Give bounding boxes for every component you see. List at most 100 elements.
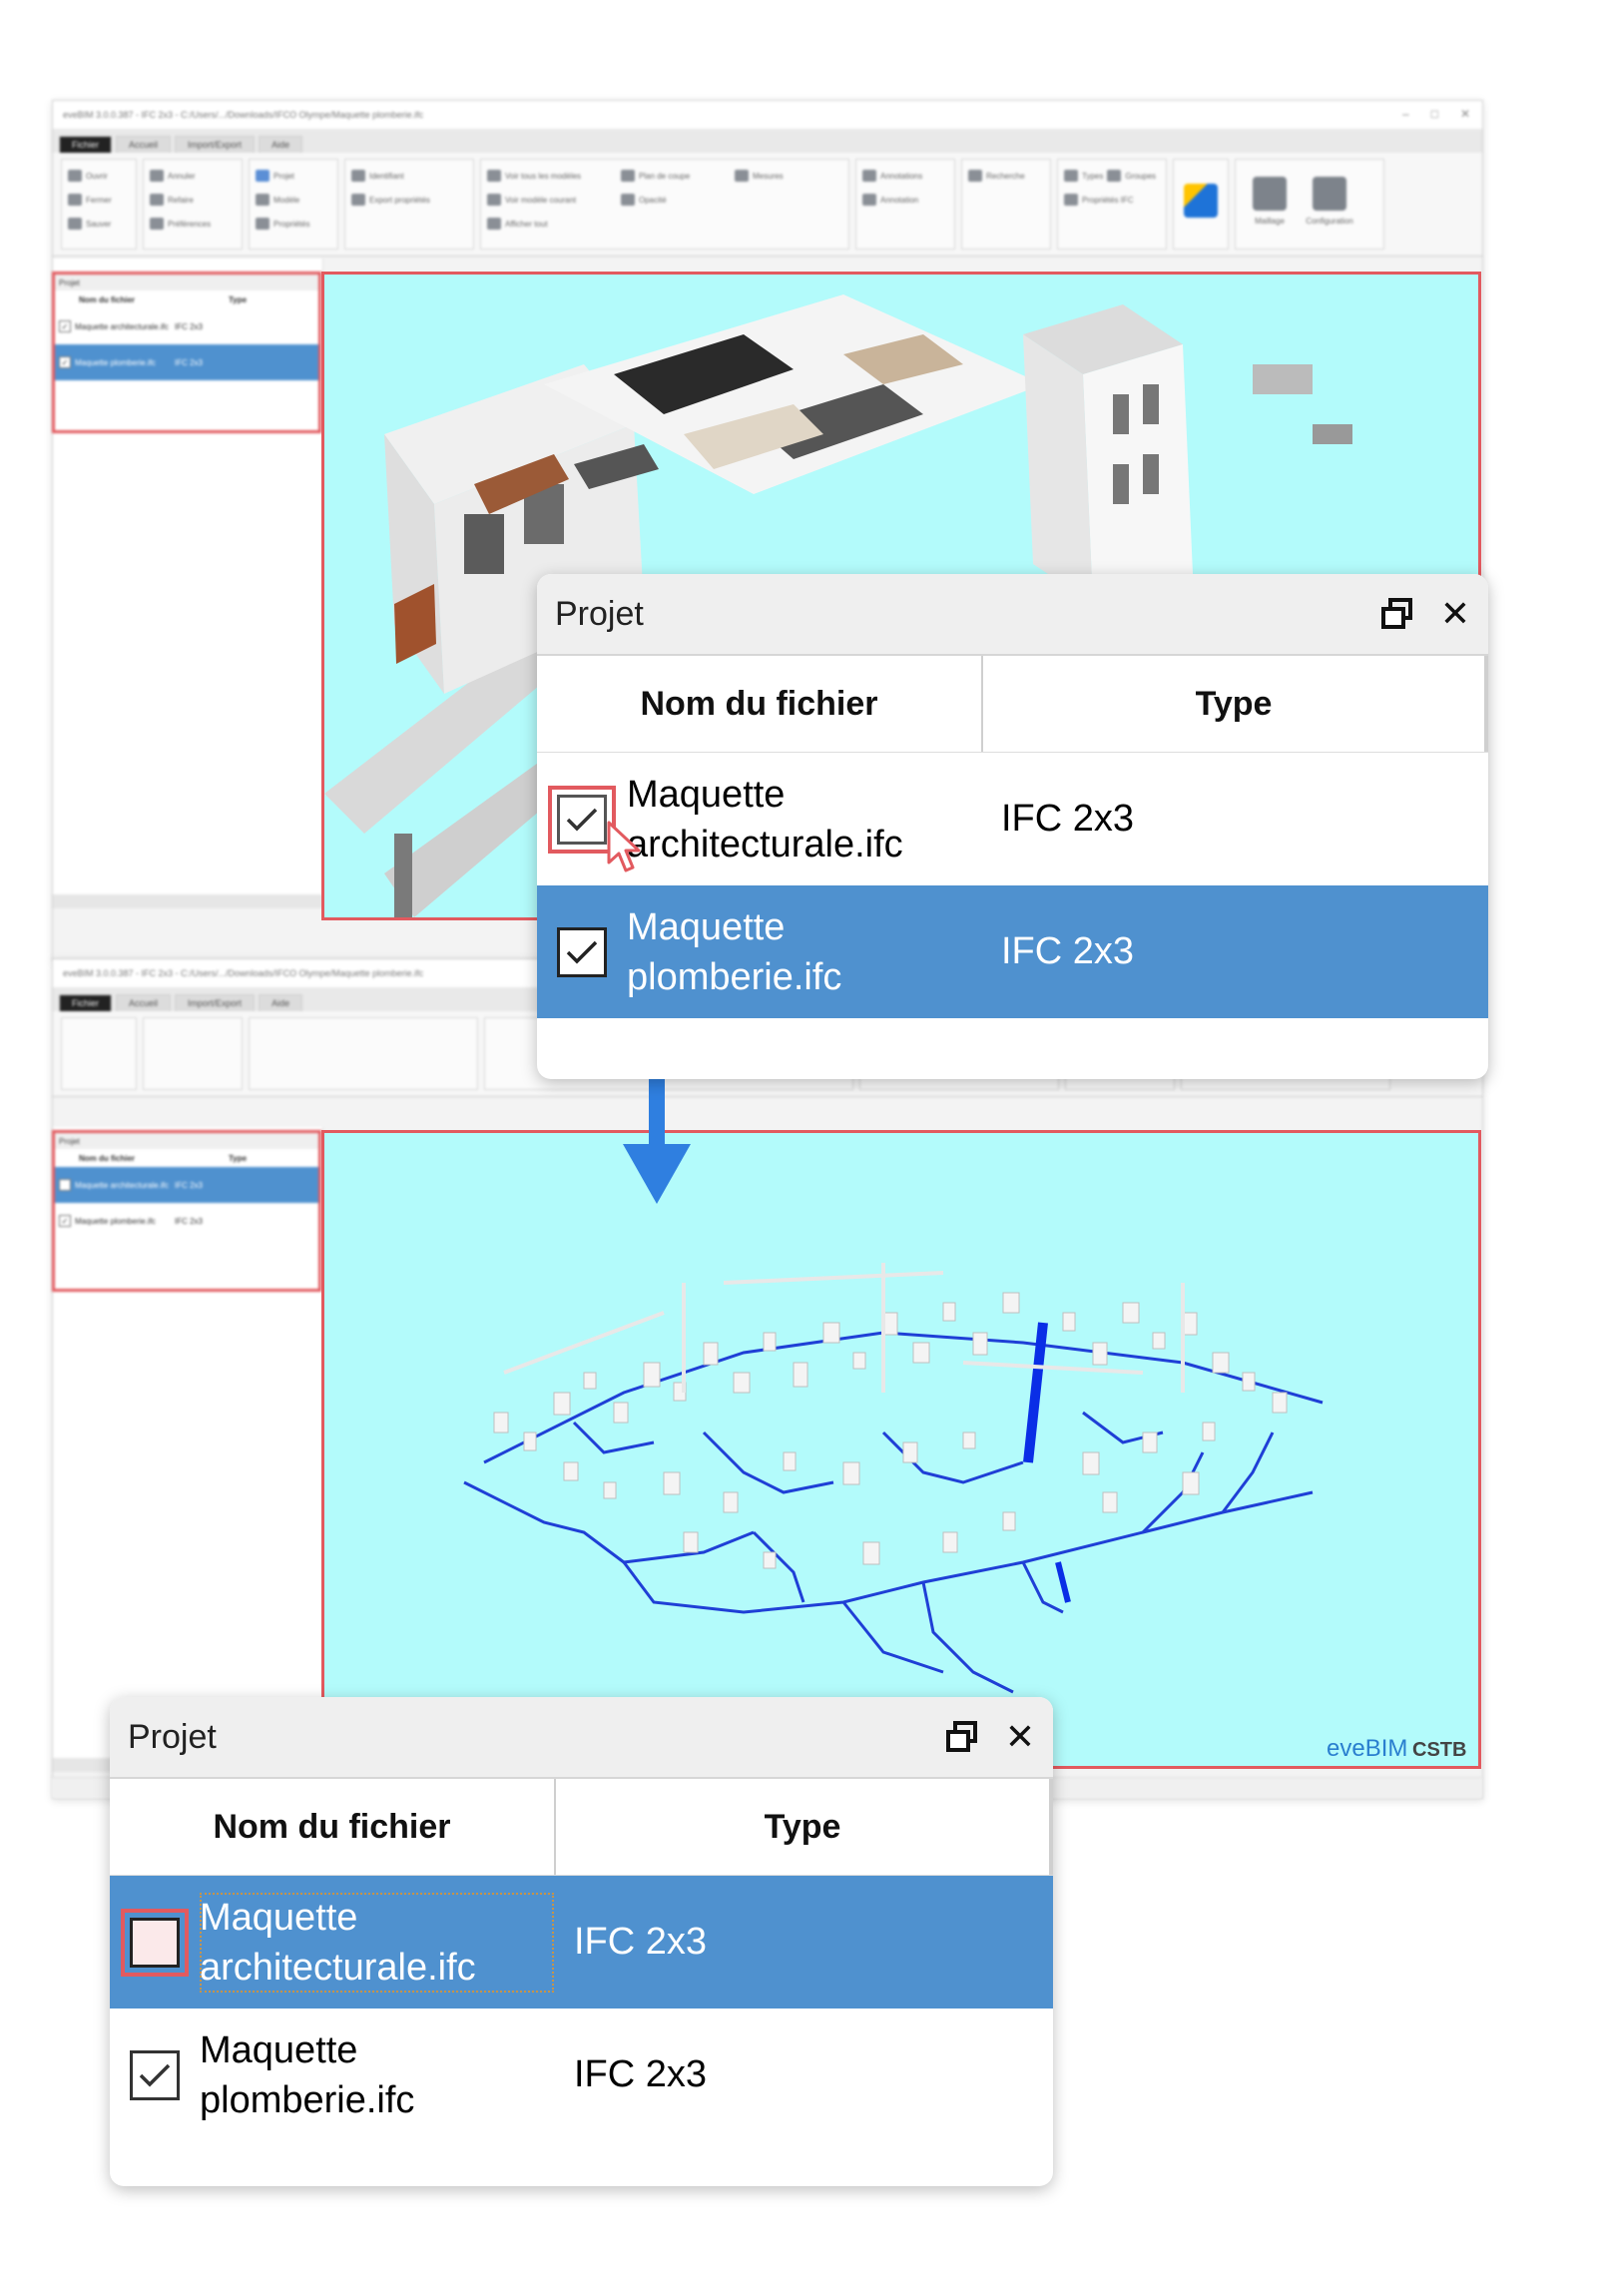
ribbon-save-button[interactable]: Sauver	[68, 214, 111, 234]
projet-panel-callout-bottom: Projet ✕ Nom du fichier Type Maquette ar…	[110, 1697, 1053, 2186]
ribbon-voir-tous-button[interactable]: Voir tous les modèles	[487, 166, 617, 186]
ribbon-close-button[interactable]: Fermer	[68, 190, 112, 210]
window-restore-icon[interactable]	[945, 1720, 979, 1754]
close-icon[interactable]: ✕	[1440, 596, 1470, 632]
ribbon-configuration-button[interactable]: Configuration	[1302, 166, 1357, 236]
ribbon-annotations-button[interactable]: Annotations	[862, 166, 922, 186]
projet-columns-header: Nom du fichier Type	[537, 656, 1488, 753]
menu-tab-fichier-b[interactable]: Fichier	[59, 994, 113, 1011]
mini-projet-title-b: Projet	[55, 1133, 318, 1149]
viewport-3d-bottom[interactable]: eveBIM CSTB	[321, 1130, 1481, 1769]
ribbon-group-verification: Annotations Annotation	[855, 159, 955, 250]
mini-row-architecturale-b[interactable]: Maquette architecturale.ifc IFC 2x3	[55, 1167, 318, 1203]
ribbon-group-bcf	[1173, 159, 1229, 250]
ribbon-mesures-button[interactable]: Mesures	[735, 166, 834, 186]
row-checkbox-architecturale[interactable]	[548, 785, 616, 854]
file-row-plomberie-b[interactable]: Maquette plomberie.ifc IFC 2x3	[110, 2009, 1053, 2141]
file-row-architecturale[interactable]: Maquette architecturale.ifc IFC 2x3	[537, 753, 1488, 885]
menu-bar: Fichier Accueil Import/Export Aide	[53, 129, 1482, 153]
mini-row-name: Maquette plomberie.ifc	[75, 357, 156, 367]
ribbon-open-button[interactable]: Ouvrir	[68, 166, 108, 186]
ribbon-modele-button[interactable]: Modèle	[256, 190, 299, 210]
mini-row-name: Maquette architecturale.ifc	[75, 1180, 169, 1190]
brand-org: CSTB	[1412, 1739, 1466, 1761]
file-row-plomberie[interactable]: Maquette plomberie.ifc IFC 2x3	[537, 885, 1488, 1018]
projet-panel-title: Projet	[555, 594, 644, 633]
mini-checkbox[interactable]	[59, 1179, 71, 1191]
window-title: eveBIM 3.0.0.387 - IFC 2x3 - C:/Users/..…	[63, 110, 424, 120]
mini-row-type: IFC 2x3	[175, 1216, 204, 1226]
mini-checkbox[interactable]: ✓	[59, 356, 71, 368]
menu-tab-import-export[interactable]: Import/Export	[175, 136, 256, 153]
menu-tab-import-export-b[interactable]: Import/Export	[175, 994, 256, 1011]
ribbon-proprietes-button[interactable]: Propriétés	[256, 214, 309, 234]
ribbon-group-fichier-b	[61, 1017, 137, 1090]
mini-row-name: Maquette architecturale.ifc	[75, 321, 169, 331]
mini-row-type: IFC 2x3	[175, 357, 204, 367]
row-checkbox-architecturale-b[interactable]	[121, 1908, 189, 1977]
column-header-type[interactable]: Type	[983, 656, 1488, 752]
mini-checkbox[interactable]: ✓	[59, 1215, 71, 1227]
ribbon-projet-button[interactable]: Projet	[256, 166, 294, 186]
menu-tab-fichier[interactable]: Fichier	[59, 136, 113, 153]
column-header-type-b[interactable]: Type	[556, 1779, 1053, 1875]
ribbon-group-profiles-b	[249, 1017, 478, 1090]
file-type-architecturale: IFC 2x3	[1001, 798, 1135, 840]
ribbon-redo-button[interactable]: Refaire	[150, 190, 194, 210]
ribbon-undo-button[interactable]: Annuler	[150, 166, 196, 186]
ribbon-group-selection: Recherche	[961, 159, 1051, 250]
horizontal-scrollbar[interactable]	[53, 894, 322, 908]
row-checkbox-plomberie[interactable]	[557, 926, 607, 977]
ribbon-preferences-button[interactable]: Préférences	[150, 214, 211, 234]
down-arrow-icon	[623, 1068, 691, 1204]
mini-col-name-b: Nom du fichier	[79, 1153, 136, 1163]
mini-checkbox[interactable]: ✓	[59, 320, 71, 332]
ribbon-group-edition: Annuler Refaire Préférences	[143, 159, 243, 250]
ribbon-groupes-button[interactable]: Groupes	[1107, 166, 1156, 186]
ribbon-group-fichier: Ouvrir Fermer Sauver	[61, 159, 137, 250]
file-type-plomberie-b: IFC 2x3	[574, 2053, 708, 2095]
file-row-architecturale-b[interactable]: Maquette architecturale.ifc IFC 2x3	[110, 1876, 1053, 2009]
mini-projet-columns: Nom du fichier Type	[55, 290, 318, 308]
bcf-icon[interactable]	[1180, 166, 1222, 236]
mini-projet-columns-b: Nom du fichier Type	[55, 1149, 318, 1167]
ribbon-recherche-button[interactable]: Recherche	[968, 166, 1025, 186]
column-header-name[interactable]: Nom du fichier	[537, 656, 983, 752]
ribbon-opacite-button[interactable]: Opacité	[621, 190, 731, 210]
mini-row-name: Maquette plomberie.ifc	[75, 1216, 156, 1226]
ribbon-plan-coupe-button[interactable]: Plan de coupe	[621, 166, 731, 186]
menu-tab-aide[interactable]: Aide	[259, 136, 303, 153]
window-title-bottom: eveBIM 3.0.0.387 - IFC 2x3 - C:/Users/..…	[63, 968, 424, 978]
mini-projet-panel-top: Projet Nom du fichier Type ✓ Maquette ar…	[52, 272, 321, 433]
row-checkbox-plomberie-b[interactable]	[130, 2049, 180, 2100]
menu-tab-accueil[interactable]: Accueil	[116, 136, 172, 153]
mini-projet-title: Projet	[55, 275, 318, 290]
window-controls[interactable]: – □ ✕	[1402, 107, 1470, 121]
ribbon-group-vue3d: Voir tous les modèles Plan de coupe Mesu…	[480, 159, 849, 250]
mini-row-plomberie-b[interactable]: ✓ Maquette plomberie.ifc IFC 2x3	[55, 1203, 318, 1239]
brand-product: eveBIM	[1327, 1735, 1407, 1762]
close-icon[interactable]: ✕	[1005, 1719, 1035, 1755]
column-header-name-b[interactable]: Nom du fichier	[110, 1779, 556, 1875]
plumbing-model-render: eveBIM CSTB	[463, 1263, 1466, 1762]
mini-col-type-b: Type	[229, 1153, 248, 1163]
mini-row-plomberie[interactable]: ✓ Maquette plomberie.ifc IFC 2x3	[55, 344, 318, 380]
mini-col-name: Nom du fichier	[79, 294, 136, 304]
ribbon-proprietes-ifc-button[interactable]: Propriétés IFC	[1064, 190, 1134, 210]
ribbon-types-button[interactable]: Types	[1064, 166, 1103, 186]
mini-row-architecturale[interactable]: ✓ Maquette architecturale.ifc IFC 2x3	[55, 308, 318, 344]
menu-tab-accueil-b[interactable]: Accueil	[116, 994, 172, 1011]
window-restore-icon[interactable]	[1380, 597, 1414, 631]
mini-projet-panel-bottom: Projet Nom du fichier Type Maquette arch…	[52, 1130, 321, 1292]
projet-columns-header-b: Nom du fichier Type	[110, 1779, 1053, 1876]
ribbon-export-button[interactable]: Export propriétés	[351, 190, 430, 210]
ribbon-voir-courant-button[interactable]: Voir modèle courant	[487, 190, 617, 210]
ribbon-afficher-tout-button[interactable]: Afficher tout	[487, 214, 617, 234]
projet-panel-title-b: Projet	[128, 1717, 217, 1756]
ribbon-identifiant-button[interactable]: Identifiant	[351, 166, 404, 186]
ribbon-maillage-button[interactable]: Maillage	[1242, 166, 1298, 236]
menu-tab-aide-b[interactable]: Aide	[259, 994, 303, 1011]
ribbon-annotation-button[interactable]: Annotation	[862, 190, 918, 210]
ribbon-group-profiles-2: Identifiant Export propriétés	[344, 159, 474, 250]
file-type-architecturale-b: IFC 2x3	[574, 1921, 708, 1963]
